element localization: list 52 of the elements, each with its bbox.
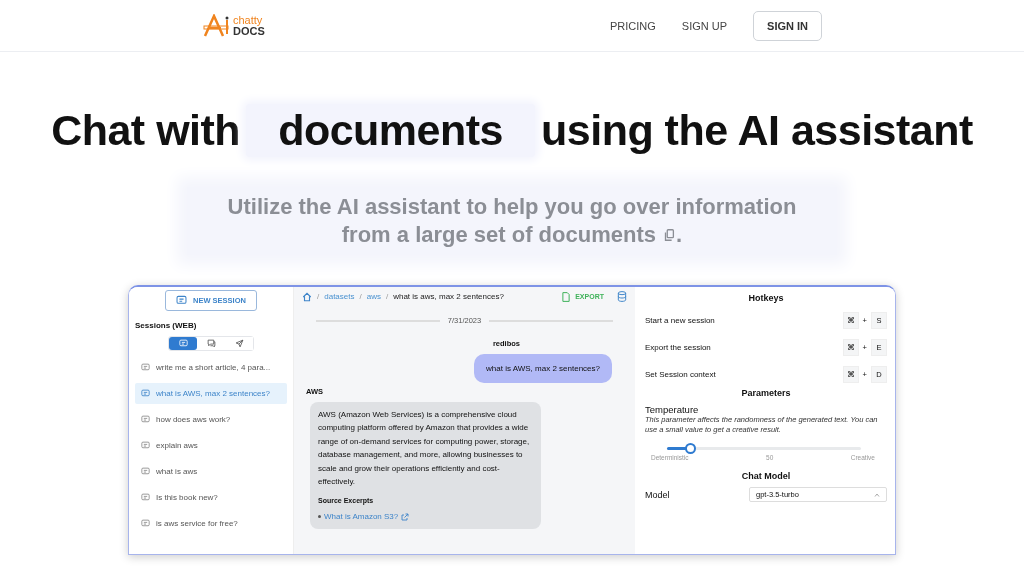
section-title: Hotkeys (747, 293, 785, 303)
bullet (318, 515, 321, 519)
session-item[interactable]: is aws service for free? (135, 513, 287, 534)
session-item[interactable]: what is aws (135, 461, 287, 482)
nav-link[interactable]: PRICING (609, 19, 656, 32)
chat-icon (178, 339, 188, 348)
chat-icon (141, 363, 150, 372)
session-item[interactable]: Is this book new? (135, 487, 287, 508)
hotkey-label: Export the session (645, 343, 711, 352)
hero-subtitle: Utilize the AI assistant to help you go over information from a large set of documents . (187, 187, 837, 255)
logo-text: chatty (233, 14, 263, 26)
nav-link[interactable]: SIGN UP (681, 19, 728, 32)
user-message: what is AWS, max 2 sentences? (474, 354, 612, 383)
hero-title: Chat with (51, 106, 241, 155)
chat-icon (141, 415, 150, 424)
home-icon[interactable] (302, 291, 312, 302)
hotkey-label: Start a new session (645, 316, 715, 325)
sign-in-button[interactable]: SIGN IN (753, 10, 822, 41)
chat-icon (141, 441, 150, 450)
slider-thumb[interactable] (685, 443, 697, 454)
message-text: AWS (Amazon Web Services) is a comprehensive cloud computing platform offered by Amazon that provides a wide range of on-demand services for computing power, storage, database management, and more, allowing businesses to scale and grow their operations efficiently and cost-effectively. (318, 409, 531, 489)
chat-icon (141, 519, 150, 528)
chat-icon (141, 467, 150, 476)
session-item[interactable]: how does aws work? (135, 409, 287, 430)
section-title: Parameters (740, 388, 792, 398)
session-item[interactable]: write me a short article, 4 para... (135, 357, 287, 378)
breadcrumb-current: what is aws, max 2 sentences? (393, 292, 504, 301)
chat-icon (176, 295, 188, 306)
logo-icon (203, 13, 231, 38)
chat-icon (141, 493, 150, 502)
hotkey-label: Set Session context (645, 370, 716, 379)
caret-icon (874, 492, 880, 497)
view-tab[interactable] (169, 337, 197, 350)
send-icon (234, 339, 244, 348)
breadcrumb-separator: / (359, 292, 362, 301)
external-link-icon[interactable] (401, 512, 410, 521)
breadcrumb-separator: / (385, 292, 389, 301)
model-label: Model (645, 489, 670, 500)
hero-title: using the AI assistant (541, 106, 973, 155)
documents-icon (662, 228, 677, 242)
session-item[interactable]: explain aws (135, 435, 287, 456)
database-icon[interactable] (617, 291, 627, 302)
breadcrumb-separator: / (317, 292, 320, 301)
chat-bubbles-icon (206, 339, 216, 348)
hero-title-highlight: documents (246, 104, 535, 157)
sessions-heading: Sessions (WEB) (135, 321, 198, 330)
temperature-label: Temperature (645, 404, 700, 415)
chat-icon (141, 389, 150, 398)
logo-text: DOCS (233, 25, 265, 37)
session-item[interactable]: what is AWS, max 2 sentences? (135, 383, 287, 404)
file-icon (561, 291, 572, 302)
section-title: Chat Model (740, 471, 792, 481)
